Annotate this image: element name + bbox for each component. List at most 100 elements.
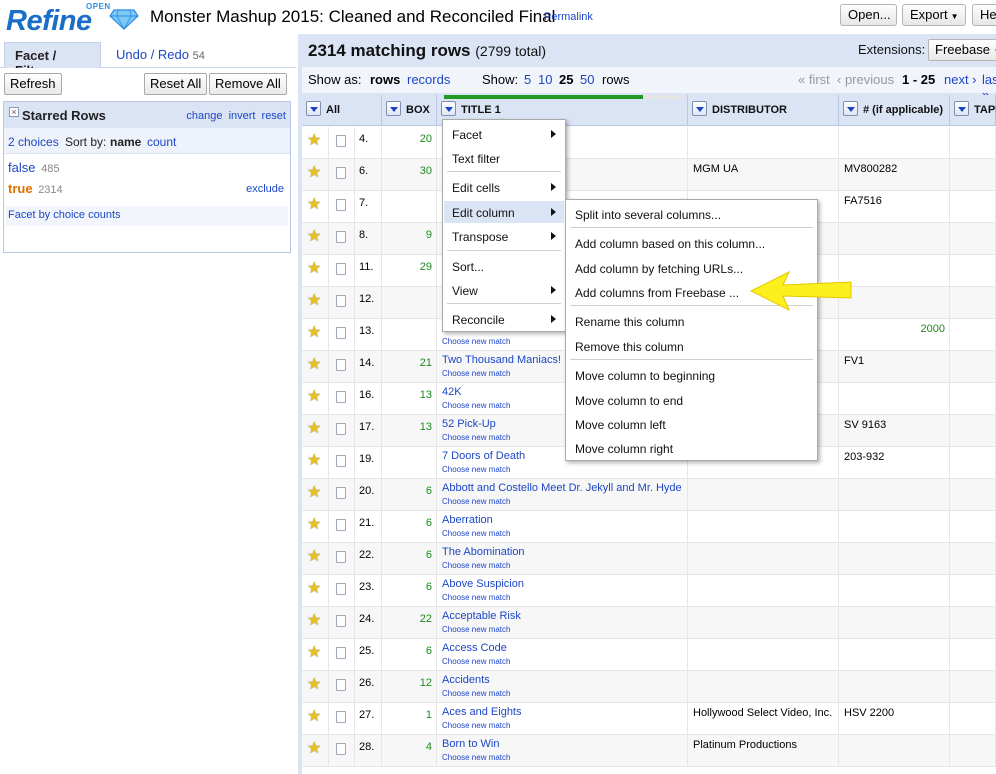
facet-by-choice-counts-link[interactable]: Facet by choice counts <box>6 206 288 226</box>
number-cell[interactable] <box>839 287 950 318</box>
column-header-box[interactable]: BOX <box>382 95 437 126</box>
title-value-link[interactable]: Born to Win <box>442 738 499 750</box>
choose-new-match-link[interactable]: Choose new match <box>442 401 510 410</box>
flag-icon[interactable] <box>336 455 346 467</box>
distributor-cell[interactable] <box>688 639 839 670</box>
sort-by-count[interactable]: count <box>147 135 176 149</box>
column-menu-dropdown-icon[interactable] <box>441 101 456 116</box>
star-icon[interactable]: ★ <box>307 645 321 661</box>
choose-new-match-link[interactable]: Choose new match <box>442 529 510 538</box>
flag-icon[interactable] <box>336 615 346 627</box>
tape-cell[interactable] <box>950 287 996 318</box>
menu-item-transpose[interactable]: Transpose <box>444 225 564 247</box>
facet-choices-link[interactable]: 2 choices <box>8 135 59 149</box>
choose-new-match-link[interactable]: Choose new match <box>442 657 510 666</box>
distributor-cell[interactable] <box>688 511 839 542</box>
distributor-cell[interactable]: Platinum Productions <box>688 735 839 766</box>
title-value-link[interactable]: Accidents <box>442 674 490 686</box>
tape-cell[interactable] <box>950 191 996 222</box>
number-cell[interactable] <box>839 255 950 286</box>
number-cell[interactable] <box>839 223 950 254</box>
title-value-link[interactable]: Acceptable Risk <box>442 610 521 622</box>
title-value-link[interactable]: Two Thousand Maniacs! <box>442 354 561 366</box>
number-cell[interactable] <box>839 479 950 510</box>
tape-cell[interactable] <box>950 639 996 670</box>
close-icon[interactable]: × <box>9 107 19 117</box>
title-value-link[interactable]: Above Suspicion <box>442 578 524 590</box>
choose-new-match-link[interactable]: Choose new match <box>442 337 510 346</box>
box-cell[interactable] <box>382 287 437 318</box>
number-cell[interactable] <box>839 735 950 766</box>
flag-icon[interactable] <box>336 167 346 179</box>
star-icon[interactable]: ★ <box>307 453 321 469</box>
remove-all-button[interactable]: Remove All <box>209 73 287 95</box>
menu-item-move-to-beginning[interactable]: Move column to beginning <box>567 364 816 386</box>
menu-item-reconcile[interactable]: Reconcile <box>444 308 564 330</box>
tape-cell[interactable] <box>950 575 996 606</box>
refresh-button[interactable]: Refresh <box>4 73 62 95</box>
menu-item-move-right[interactable]: Move column right <box>567 437 816 459</box>
flag-icon[interactable] <box>336 199 346 211</box>
tab-facet-filter[interactable]: Facet / Filter <box>4 42 101 78</box>
show-as-records[interactable]: records <box>407 72 450 87</box>
flag-icon[interactable] <box>336 423 346 435</box>
number-cell[interactable] <box>839 575 950 606</box>
menu-item-add-column-based[interactable]: Add column based on this column... <box>567 232 816 254</box>
number-cell[interactable]: FV1 <box>839 351 950 382</box>
flag-icon[interactable] <box>336 391 346 403</box>
column-menu-dropdown-icon[interactable] <box>306 101 321 116</box>
number-cell[interactable]: MV800282 <box>839 159 950 190</box>
choose-new-match-link[interactable]: Choose new match <box>442 433 510 442</box>
choose-new-match-link[interactable]: Choose new match <box>442 721 510 730</box>
page-size-50[interactable]: 50 <box>580 72 594 87</box>
tape-cell[interactable] <box>950 735 996 766</box>
box-cell[interactable]: 6 <box>382 639 437 670</box>
menu-item-move-left[interactable]: Move column left <box>567 413 816 435</box>
menu-item-text-filter[interactable]: Text filter <box>444 147 564 169</box>
star-icon[interactable]: ★ <box>307 197 321 213</box>
title-cell[interactable]: Acceptable Risk Choose new match <box>437 607 688 638</box>
title-cell[interactable]: The Abomination Choose new match <box>437 543 688 574</box>
menu-item-edit-column[interactable]: Edit column <box>444 201 564 223</box>
title-value-link[interactable]: 7 Doors of Death <box>442 450 525 462</box>
star-icon[interactable]: ★ <box>307 485 321 501</box>
open-button[interactable]: Open... <box>840 4 897 26</box>
box-cell[interactable]: 13 <box>382 383 437 414</box>
distributor-cell[interactable]: MGM UA <box>688 159 839 190</box>
number-cell[interactable]: HSV 2200 <box>839 703 950 734</box>
flag-icon[interactable] <box>336 743 346 755</box>
box-cell[interactable]: 6 <box>382 575 437 606</box>
star-icon[interactable]: ★ <box>307 293 321 309</box>
box-cell[interactable]: 21 <box>382 351 437 382</box>
title-value-link[interactable]: Access Code <box>442 642 507 654</box>
distributor-cell[interactable] <box>688 607 839 638</box>
number-cell[interactable] <box>839 383 950 414</box>
flag-icon[interactable] <box>336 551 346 563</box>
box-cell[interactable]: 22 <box>382 607 437 638</box>
tape-cell[interactable] <box>950 223 996 254</box>
tape-cell[interactable] <box>950 383 996 414</box>
menu-item-view[interactable]: View <box>444 279 564 301</box>
tape-cell[interactable] <box>950 127 996 158</box>
title-value-link[interactable]: The Abomination <box>442 546 525 558</box>
number-cell[interactable] <box>839 543 950 574</box>
star-icon[interactable]: ★ <box>307 613 321 629</box>
flag-icon[interactable] <box>336 711 346 723</box>
choose-new-match-link[interactable]: Choose new match <box>442 465 510 474</box>
column-header-number[interactable]: # (if applicable) <box>839 95 950 126</box>
title-value-link[interactable]: Aces and Eights <box>442 706 522 718</box>
choose-new-match-link[interactable]: Choose new match <box>442 625 510 634</box>
box-cell[interactable]: 6 <box>382 479 437 510</box>
reset-all-button[interactable]: Reset All <box>144 73 208 95</box>
choose-new-match-link[interactable]: Choose new match <box>442 369 510 378</box>
tape-cell[interactable] <box>950 479 996 510</box>
column-menu-dropdown-icon[interactable] <box>692 101 707 116</box>
tab-undo-redo[interactable]: Undo / Redo 54 <box>106 42 215 69</box>
tape-cell[interactable] <box>950 351 996 382</box>
distributor-cell[interactable] <box>688 543 839 574</box>
tape-cell[interactable] <box>950 671 996 702</box>
menu-item-move-to-end[interactable]: Move column to end <box>567 389 816 411</box>
star-icon[interactable]: ★ <box>307 325 321 341</box>
help-button[interactable]: Help <box>972 4 996 26</box>
box-cell[interactable] <box>382 319 437 350</box>
